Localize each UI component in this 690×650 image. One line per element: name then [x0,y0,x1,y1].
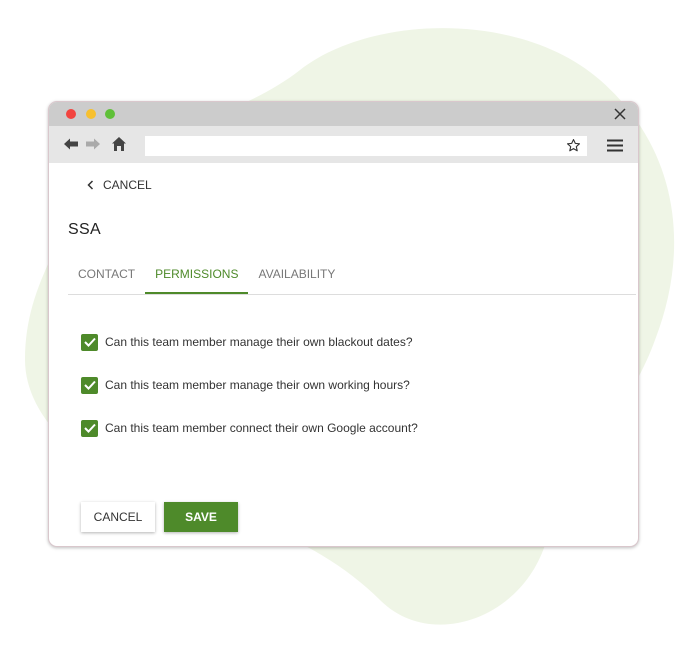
chevron-left-icon [87,180,94,190]
back-cancel-label: CANCEL [103,178,152,192]
permission-google-account[interactable]: Can this team member connect their own G… [81,419,418,437]
close-icon[interactable] [613,107,627,121]
google-account-label: Can this team member connect their own G… [105,421,418,435]
checkmark-icon [83,380,96,390]
minimize-window-dot[interactable] [86,109,96,119]
tab-bar: CONTACT PERMISSIONS AVAILABILITY [68,257,636,295]
close-window-dot[interactable] [66,109,76,119]
star-icon[interactable] [566,138,581,153]
tab-permissions[interactable]: PERMISSIONS [145,257,249,294]
save-button[interactable]: SAVE [164,502,238,532]
browser-toolbar [49,126,638,163]
blackout-dates-checkbox[interactable] [81,333,98,351]
checkmark-icon [83,337,96,347]
tab-contact[interactable]: CONTACT [68,257,145,294]
permissions-list: Can this team member manage their own bl… [81,333,418,462]
permission-blackout-dates[interactable]: Can this team member manage their own bl… [81,333,418,351]
back-cancel-link[interactable]: CANCEL [87,178,152,192]
browser-window: CANCEL SSA CONTACT PERMISSIONS AVAILABIL… [48,101,639,547]
hamburger-menu-icon[interactable] [607,139,623,152]
maximize-window-dot[interactable] [105,109,115,119]
address-bar[interactable] [145,136,587,156]
home-icon[interactable] [111,136,127,152]
permission-working-hours[interactable]: Can this team member manage their own wo… [81,376,418,394]
google-account-checkbox[interactable] [81,419,98,437]
back-arrow-icon[interactable] [63,137,79,151]
cancel-button[interactable]: CANCEL [81,502,155,532]
page-title: SSA [68,221,101,238]
forward-arrow-icon[interactable] [85,137,101,151]
blackout-dates-label: Can this team member manage their own bl… [105,335,413,349]
window-titlebar [49,102,638,126]
tab-availability[interactable]: AVAILABILITY [248,257,345,294]
checkmark-icon [83,423,96,433]
working-hours-checkbox[interactable] [81,376,98,394]
working-hours-label: Can this team member manage their own wo… [105,378,410,392]
